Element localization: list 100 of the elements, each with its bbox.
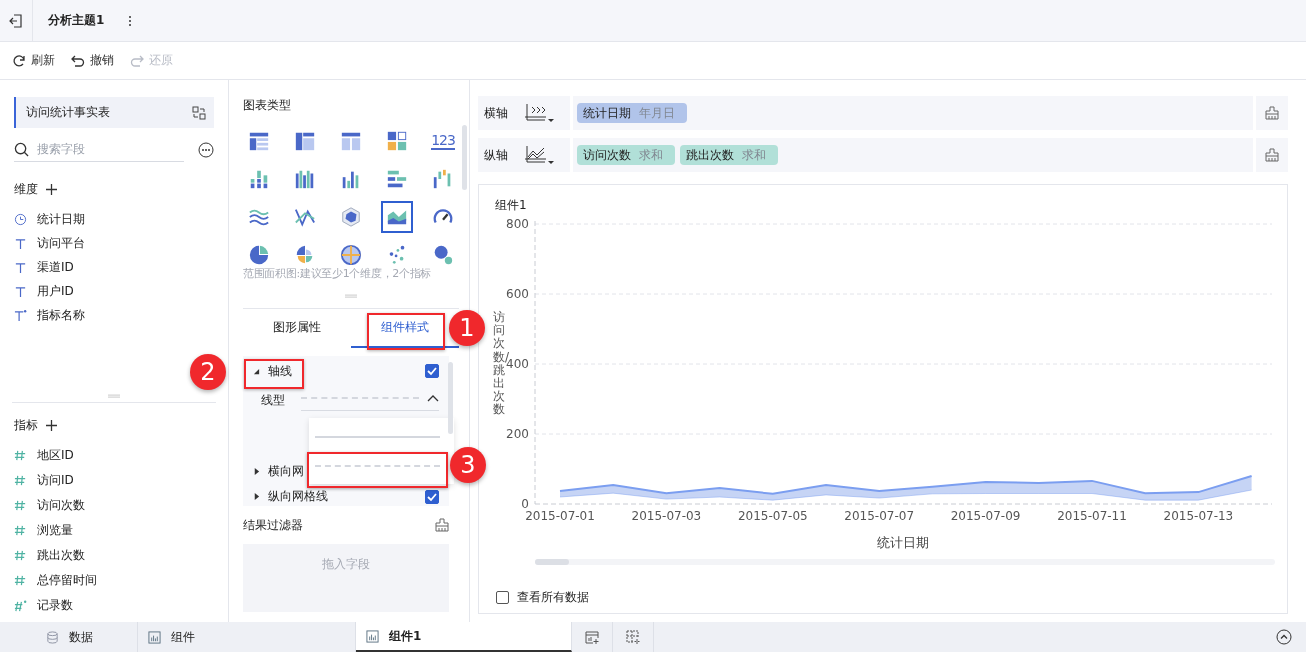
section-title: 结果过滤器 xyxy=(243,516,303,534)
tick-label: 2015-07-09 xyxy=(950,509,1021,523)
add-icon[interactable] xyxy=(46,183,57,195)
axis-label: 纵轴 xyxy=(484,146,508,164)
tick-label: 2015-07-13 xyxy=(1163,509,1234,523)
field-label[interactable]: 跳出次数 xyxy=(37,547,85,564)
tick-label: 2015-07-03 xyxy=(631,509,702,523)
stacked-bar-icon xyxy=(248,168,270,190)
search-icon[interactable] xyxy=(14,141,29,157)
checkbox[interactable] xyxy=(496,591,509,604)
field-pill[interactable]: 统计日期 年月日 xyxy=(577,103,687,123)
field-label[interactable]: 指标名称 xyxy=(37,306,85,324)
field-label[interactable]: 渠道ID xyxy=(37,258,74,276)
field-label: 线型 xyxy=(261,392,286,409)
add-component-icon[interactable] xyxy=(626,630,640,644)
expand-icon[interactable] xyxy=(253,468,260,475)
more-options-icon[interactable] xyxy=(198,141,214,158)
field-label[interactable]: 总停留时间 xyxy=(37,572,97,589)
hash-icon xyxy=(14,524,27,537)
add-icon[interactable] xyxy=(46,419,57,431)
expand-icon[interactable] xyxy=(253,367,260,375)
table-header[interactable]: 访问统计事实表 xyxy=(14,97,214,128)
text-type-icon xyxy=(14,308,27,322)
hash-icon xyxy=(14,474,27,487)
chevron-icon[interactable] xyxy=(427,394,439,402)
redo-icon xyxy=(130,53,144,68)
tab[interactable]: 图形属性 xyxy=(270,317,324,338)
field-label[interactable]: 浏览量 xyxy=(37,522,73,539)
tab[interactable]: 数据 xyxy=(0,622,138,652)
horizontal-bar-icon xyxy=(386,168,408,190)
tab[interactable]: 组件样式 xyxy=(378,317,432,338)
section-label: 横向网 xyxy=(268,463,304,480)
field-label[interactable]: 地区ID xyxy=(37,447,74,464)
section-title: 维度 xyxy=(14,180,38,198)
field-label[interactable]: 用户ID xyxy=(37,282,74,300)
swap-icon[interactable] xyxy=(192,105,206,120)
search-field[interactable]: 搜索字段 xyxy=(37,138,177,160)
axis-label: 横轴 xyxy=(484,104,508,122)
step-badge: 2 xyxy=(190,354,226,390)
field-label[interactable]: 访问平台 xyxy=(37,234,85,252)
scrollbar[interactable] xyxy=(535,559,1275,565)
tick-label: 2015-07-01 xyxy=(525,509,595,523)
hint-text: 范围面积图:建议至少1个维度，2个指标 xyxy=(243,266,432,281)
text-type-icon xyxy=(14,260,27,274)
exit-icon[interactable] xyxy=(9,13,23,28)
collapse-icon[interactable] xyxy=(1276,629,1292,645)
tick-label: 600 xyxy=(506,287,529,301)
hash-icon xyxy=(14,599,27,612)
clear-icon[interactable] xyxy=(435,518,449,532)
step-badge: 1 xyxy=(449,310,485,346)
chart-title: 组件1 xyxy=(494,197,528,213)
scrollbar[interactable] xyxy=(448,362,453,434)
bar-chart-icon xyxy=(366,629,379,643)
database-icon xyxy=(46,630,59,644)
table-icon xyxy=(248,130,270,152)
expand-icon[interactable] xyxy=(253,493,260,500)
refresh-icon xyxy=(12,53,26,68)
field-label[interactable]: 记录数 xyxy=(37,597,73,614)
chart-type-option[interactable]: 123 xyxy=(427,125,459,157)
text-type-icon xyxy=(14,236,27,250)
axis-type-icon[interactable] xyxy=(524,145,554,165)
tick-label: 0 xyxy=(521,497,529,511)
field-label[interactable]: 访问ID xyxy=(37,472,74,489)
highlight-box xyxy=(244,359,304,389)
hash-icon xyxy=(14,574,27,587)
field-pill[interactable]: 跳出次数 求和 xyxy=(680,145,778,165)
tick-label: 800 xyxy=(506,219,529,231)
add-chart-icon[interactable] xyxy=(585,630,599,644)
checkbox-label: 查看所有数据 xyxy=(517,589,589,606)
clock-icon xyxy=(14,212,27,226)
bubble-icon xyxy=(432,244,454,265)
clear-icon[interactable] xyxy=(1265,106,1279,120)
tick-label: 2015-07-11 xyxy=(1057,509,1127,523)
field-pill[interactable]: 访问次数 求和 xyxy=(577,145,675,165)
refresh-button[interactable]: 刷新 xyxy=(12,50,55,71)
bar-chart-icon xyxy=(148,630,161,644)
pie-chart-icon xyxy=(248,244,270,265)
hash-icon xyxy=(14,499,27,512)
undo-button[interactable]: 撤销 xyxy=(71,50,114,71)
axis-type-icon[interactable] xyxy=(524,103,554,123)
field-label[interactable]: 访问次数 xyxy=(37,497,85,514)
step-badge: 3 xyxy=(450,447,486,483)
tab[interactable]: 组件1 xyxy=(356,622,572,652)
axis-title: 统计日期 xyxy=(877,535,929,550)
tick-label: 2015-07-05 xyxy=(737,509,808,523)
field-label[interactable]: 统计日期 xyxy=(37,210,85,228)
radar-icon xyxy=(340,206,362,228)
checkbox[interactable] xyxy=(425,364,439,378)
chart-type-option[interactable] xyxy=(381,201,413,233)
section-label: 轴线 xyxy=(268,362,292,380)
hash-icon xyxy=(14,549,27,562)
scrollbar[interactable] xyxy=(462,125,467,190)
undo-icon xyxy=(71,53,85,68)
tick-label: 200 xyxy=(506,427,529,441)
line-chart-icon xyxy=(294,206,316,228)
more-icon[interactable] xyxy=(128,14,133,27)
detail-table-icon xyxy=(340,130,362,152)
checkbox[interactable] xyxy=(425,489,439,504)
globe-icon xyxy=(340,244,362,265)
clear-icon[interactable] xyxy=(1265,148,1279,162)
